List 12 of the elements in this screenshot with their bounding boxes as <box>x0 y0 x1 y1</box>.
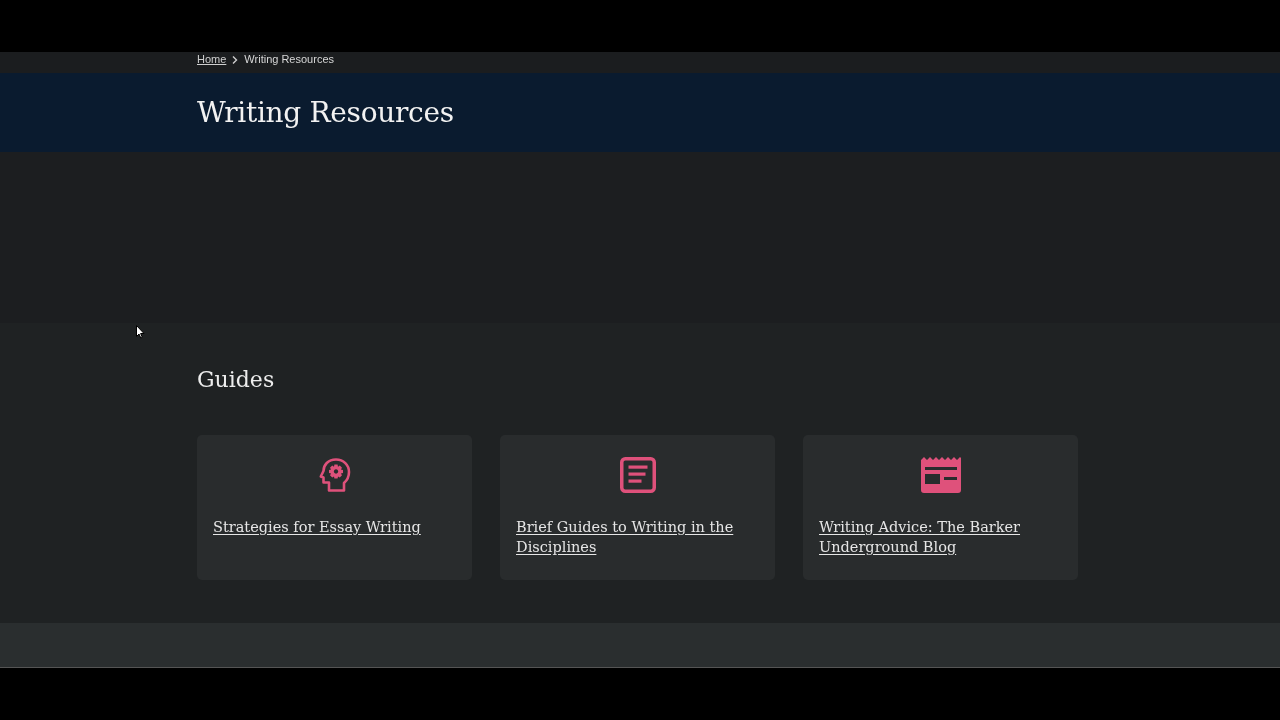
guide-link[interactable]: Strategies for Essay Writing <box>213 517 421 537</box>
breadcrumb-current-page: Writing Resources <box>244 53 334 66</box>
guide-link[interactable]: Brief Guides to Writing in the Disciplines <box>516 517 759 557</box>
guide-link[interactable]: Writing Advice: The Barker Underground Blog <box>819 517 1062 557</box>
document-icon <box>619 457 656 493</box>
newspaper-icon <box>920 457 961 493</box>
head-gear-icon <box>318 457 351 493</box>
page-title: Writing Resources <box>197 96 454 129</box>
breadcrumb-link[interactable]: Home <box>197 53 227 66</box>
mouse-pointer-icon <box>136 325 145 339</box>
chevron-right-icon <box>232 56 239 64</box>
section-heading: Guides <box>197 366 275 394</box>
